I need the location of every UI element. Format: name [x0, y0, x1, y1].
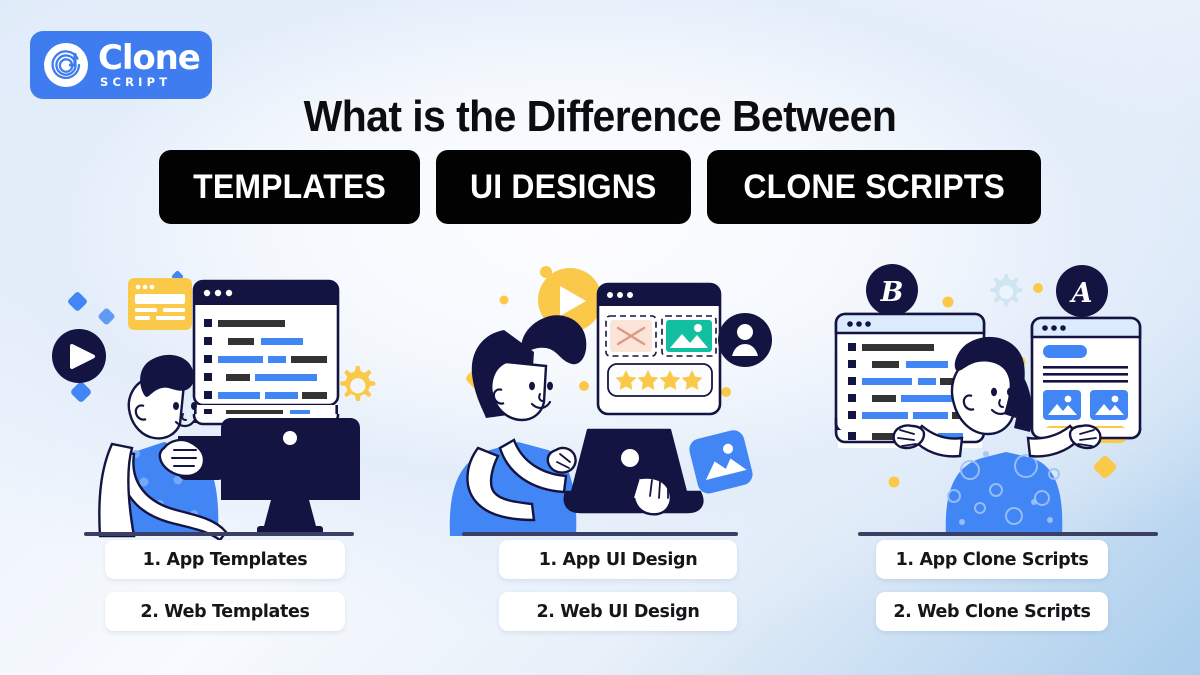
caption-card[interactable]: 1. App Templates — [105, 540, 345, 579]
category-pill-templates-label: TEMPLATES — [193, 167, 386, 206]
brand-logo[interactable]: Clone SCRIPT — [30, 31, 212, 99]
badge-b-label: B — [880, 277, 904, 308]
badge-b: B — [866, 264, 918, 316]
gear-icon — [990, 274, 1023, 307]
badge-a: A — [1056, 265, 1108, 317]
ground-line — [858, 532, 1158, 536]
woman-holding-two-windows-illustration: B A — [834, 264, 1158, 536]
badge-a-label: A — [1069, 278, 1093, 309]
caption-card[interactable]: 2. Web Templates — [105, 592, 345, 631]
category-pill-clone-scripts-label: CLONE SCRIPTS — [742, 167, 1005, 206]
category-pill-clone-scripts[interactable]: CLONE SCRIPTS — [706, 150, 1042, 224]
play-button-icon — [52, 329, 106, 383]
panel-clone-scripts-illustration: B A — [828, 258, 1188, 548]
image-icon — [689, 430, 753, 494]
caption-group-clone-scripts: 1. App Clone Scripts 2. Web Clone Script… — [812, 540, 1172, 644]
laptop-icon — [563, 428, 704, 516]
user-avatar-icon — [718, 313, 772, 367]
infographic-canvas: Clone SCRIPT What is the Difference Betw… — [0, 0, 1200, 675]
category-pill-ui-designs[interactable]: UI DESIGNS — [436, 150, 691, 224]
caption-card[interactable]: 1. App UI Design — [499, 540, 737, 579]
ground-line — [462, 532, 738, 536]
category-pill-templates[interactable]: TEMPLATES — [158, 150, 421, 224]
woman-with-laptop-and-design-window-illustration — [449, 266, 772, 536]
caption-group-ui-designs: 1. App UI Design 2. Web UI Design — [438, 540, 798, 644]
caption-group-templates: 1. App Templates 2. Web Templates — [45, 540, 405, 644]
brand-name: Clone — [98, 38, 201, 79]
page-title: What is the Difference Between — [303, 92, 897, 141]
caption-card[interactable]: 2. Web Clone Scripts — [876, 592, 1108, 631]
man-with-coffee-and-code-window-illustration — [52, 270, 376, 542]
category-pill-row: TEMPLATES UI DESIGNS CLONE SCRIPTS — [0, 150, 1200, 224]
yellow-card-icon — [128, 278, 192, 330]
clone-spiral-icon — [44, 43, 88, 87]
caption-card[interactable]: 2. Web UI Design — [499, 592, 737, 631]
code-window-icon — [192, 279, 340, 407]
layout-window-icon — [1030, 316, 1142, 443]
caption-card[interactable]: 1. App Clone Scripts — [876, 540, 1108, 579]
desktop-monitor-icon — [221, 418, 360, 536]
brand-tagline: SCRIPT — [100, 75, 172, 90]
gear-icon — [340, 366, 376, 401]
panel-templates-illustration — [48, 258, 408, 548]
design-window-icon — [596, 282, 722, 416]
ground-line — [84, 532, 354, 536]
category-pill-ui-designs-label: UI DESIGNS — [470, 167, 657, 206]
panel-ui-designs-illustration — [440, 258, 800, 548]
